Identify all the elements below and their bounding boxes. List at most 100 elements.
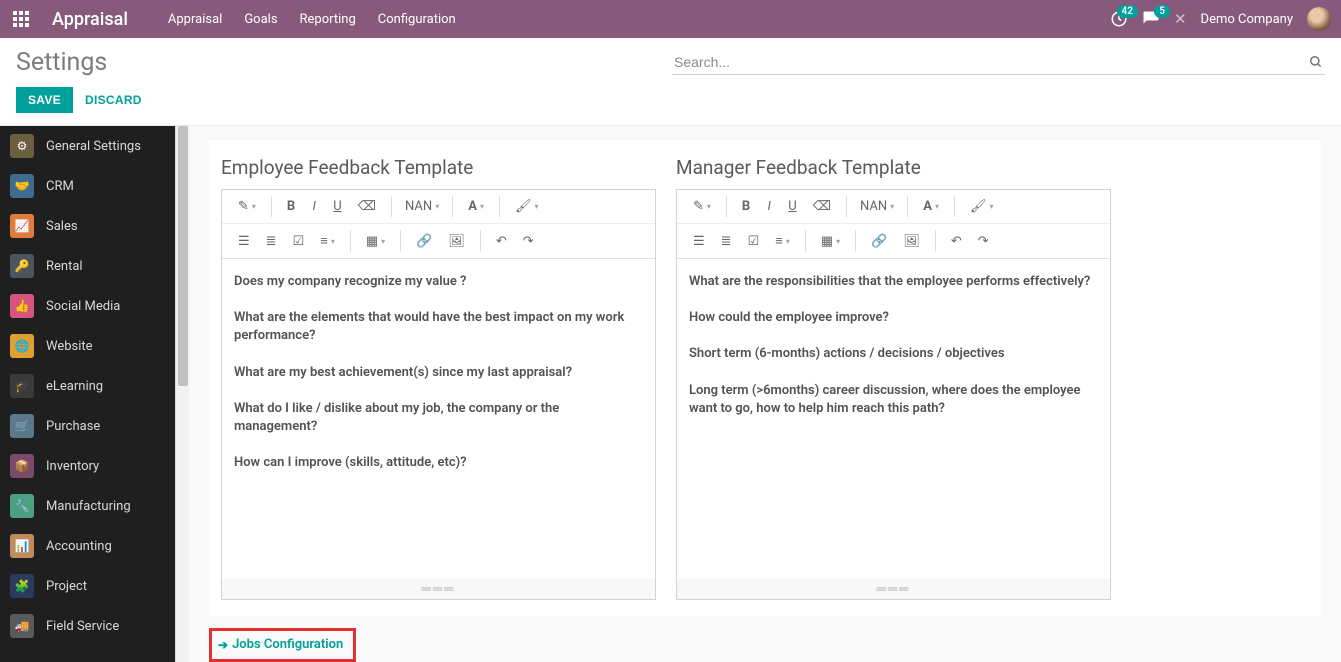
sidebar-item-fieldservice[interactable]: 🚚Field Service <box>0 606 175 646</box>
resize-handle[interactable]: ═══ <box>222 579 655 599</box>
employee-editor: ✎▾ B I U ⌫ NAN ▾ A▾ 🖌▾ <box>221 189 656 600</box>
editor-line: How can I improve (skills, attitude, etc… <box>234 454 643 472</box>
editor-line: What are the responsibilities that the e… <box>689 273 1098 291</box>
nav-appraisal[interactable]: Appraisal <box>168 12 222 27</box>
table-button[interactable]: ▦▾ <box>360 231 391 252</box>
sidebar-item-project[interactable]: 🧩Project <box>0 566 175 606</box>
apps-icon[interactable] <box>10 8 32 30</box>
sidebar-label: Accounting <box>46 539 112 554</box>
italic-button[interactable]: I <box>760 196 778 217</box>
gear-icon: ⚙ <box>10 134 34 158</box>
manager-template-title: Manager Feedback Template <box>676 156 1111 179</box>
nav-reporting[interactable]: Reporting <box>300 12 356 27</box>
sidebar-label: eLearning <box>46 379 103 394</box>
user-avatar[interactable] <box>1307 7 1331 31</box>
magic-icon[interactable]: ✎▾ <box>232 196 262 217</box>
key-icon: 🔑 <box>10 254 34 278</box>
sidebar-item-rental[interactable]: 🔑Rental <box>0 246 175 286</box>
eraser-icon[interactable]: ⌫ <box>352 196 382 217</box>
main-content: Employee Feedback Template ✎▾ B I U ⌫ NA… <box>189 126 1341 662</box>
editor-line: What are my best achievement(s) since my… <box>234 364 643 382</box>
search-input[interactable] <box>672 50 1309 74</box>
underline-button[interactable]: U <box>782 196 802 217</box>
truck-icon: 🚚 <box>10 614 34 638</box>
font-size-select[interactable]: NAN ▾ <box>856 196 898 217</box>
discard-button[interactable]: DISCARD <box>85 93 142 107</box>
ul-icon[interactable]: ☰ <box>687 231 711 252</box>
brush-icon[interactable]: 🖌▾ <box>509 196 545 217</box>
table-button[interactable]: ▦▾ <box>815 231 846 252</box>
book-icon: 📊 <box>10 534 34 558</box>
bold-button[interactable]: B <box>281 196 301 217</box>
jobs-config-link[interactable]: ➔ Jobs Configuration <box>218 637 343 652</box>
checklist-icon[interactable]: ☑ <box>287 231 311 252</box>
checklist-icon[interactable]: ☑ <box>742 231 766 252</box>
manager-editor-body[interactable]: What are the responsibilities that the e… <box>677 259 1110 579</box>
search-bar[interactable] <box>672 50 1325 75</box>
brand-title[interactable]: Appraisal <box>52 9 128 30</box>
jobs-config-highlight: ➔ Jobs Configuration <box>209 628 356 662</box>
editor-line: What are the elements that would have th… <box>234 309 643 345</box>
page-title: Settings <box>16 48 107 77</box>
sidebar-item-manufacturing[interactable]: 🔧Manufacturing <box>0 486 175 526</box>
align-button[interactable]: ≡▾ <box>769 230 796 252</box>
sidebar-item-website[interactable]: 🌐Website <box>0 326 175 366</box>
editor-line: What do I like / dislike about my job, t… <box>234 400 643 436</box>
image-icon[interactable]: 🖼 <box>442 231 471 252</box>
nav-goals[interactable]: Goals <box>244 12 277 27</box>
cart-icon: 🛒 <box>10 414 34 438</box>
grad-icon: 🎓 <box>10 374 34 398</box>
nav-configuration[interactable]: Configuration <box>378 12 456 27</box>
ol-icon[interactable]: ≣ <box>715 231 738 252</box>
editor-line: Does my company recognize my value ? <box>234 273 643 291</box>
handshake-icon: 🤝 <box>10 174 34 198</box>
sidebar-label: General Settings <box>46 139 141 154</box>
sidebar-item-sales[interactable]: 📈Sales <box>0 206 175 246</box>
redo-button[interactable]: ↷ <box>517 231 540 252</box>
font-color-button[interactable]: A▾ <box>462 196 490 217</box>
scrollbar-thumb[interactable] <box>178 126 188 386</box>
undo-button[interactable]: ↶ <box>490 231 513 252</box>
undo-button[interactable]: ↶ <box>945 231 968 252</box>
messages-button[interactable]: 5 <box>1142 10 1160 28</box>
sidebar-container: ⚙ General Settings 🤝CRM 📈Sales 🔑Rental 👍S… <box>0 126 189 662</box>
sidebar-label: Purchase <box>46 419 100 434</box>
sidebar-label: Social Media <box>46 299 120 314</box>
sidebar-item-general[interactable]: ⚙ General Settings <box>0 126 175 166</box>
sidebar-label: Inventory <box>46 459 99 474</box>
font-color-button[interactable]: A▾ <box>917 196 945 217</box>
underline-button[interactable]: U <box>327 196 347 217</box>
company-switcher[interactable]: Demo Company <box>1201 12 1293 27</box>
resize-handle[interactable]: ═══ <box>677 579 1110 599</box>
sidebar-item-social[interactable]: 👍Social Media <box>0 286 175 326</box>
brush-icon[interactable]: 🖌▾ <box>964 196 1000 217</box>
sidebar-item-elearning[interactable]: 🎓 eLearning <box>0 366 175 406</box>
eraser-icon[interactable]: ⌫ <box>807 196 837 217</box>
sidebar-label: Website <box>46 339 93 354</box>
image-icon[interactable]: 🖼 <box>897 231 926 252</box>
ol-icon[interactable]: ≣ <box>260 231 283 252</box>
magic-icon[interactable]: ✎▾ <box>687 196 717 217</box>
arrow-right-icon: ➔ <box>218 638 228 652</box>
templates-row: Employee Feedback Template ✎▾ B I U ⌫ NA… <box>209 140 1321 616</box>
link-icon[interactable]: 🔗 <box>865 231 893 252</box>
ul-icon[interactable]: ☰ <box>232 231 256 252</box>
sidebar-scrollbar[interactable] <box>175 126 189 662</box>
wrench-icon: 🔧 <box>10 494 34 518</box>
redo-button[interactable]: ↷ <box>972 231 995 252</box>
italic-button[interactable]: I <box>305 196 323 217</box>
sidebar-item-purchase[interactable]: 🛒 Purchase <box>0 406 175 446</box>
save-button[interactable]: SAVE <box>16 87 73 113</box>
font-size-select[interactable]: NAN ▾ <box>401 196 443 217</box>
link-icon[interactable]: 🔗 <box>410 231 438 252</box>
search-icon[interactable] <box>1309 55 1325 69</box>
bold-button[interactable]: B <box>736 196 756 217</box>
align-button[interactable]: ≡▾ <box>314 230 341 252</box>
close-icon[interactable]: ✕ <box>1174 10 1187 28</box>
employee-editor-body[interactable]: Does my company recognize my value ? Wha… <box>222 259 655 579</box>
activity-button[interactable]: 42 <box>1110 10 1128 28</box>
sidebar-item-crm[interactable]: 🤝CRM <box>0 166 175 206</box>
sidebar-item-inventory[interactable]: 📦Inventory <box>0 446 175 486</box>
editor-line: Short term (6-months) actions / decision… <box>689 345 1098 363</box>
sidebar-item-accounting[interactable]: 📊 Accounting <box>0 526 175 566</box>
